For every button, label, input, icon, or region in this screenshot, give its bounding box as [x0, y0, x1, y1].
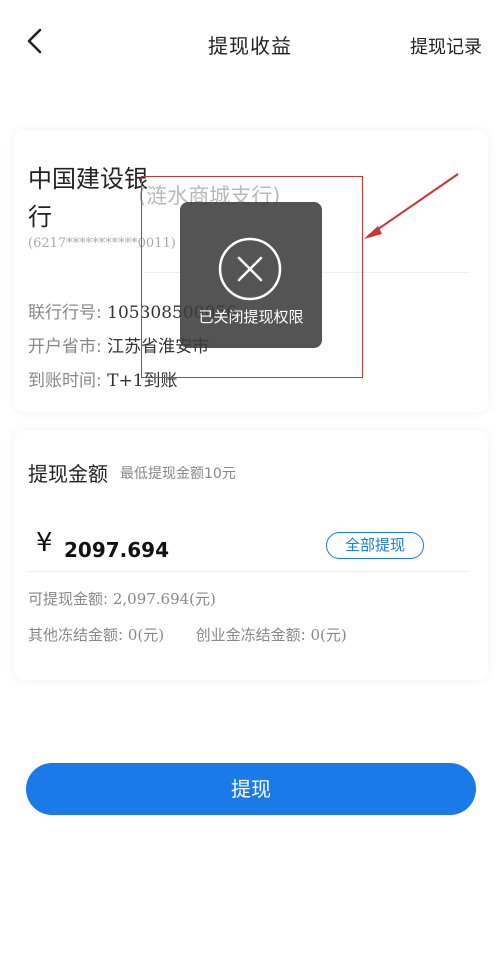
- province-label: 开户省市:: [28, 337, 102, 357]
- divider: [28, 571, 470, 572]
- amount-card: 提现金额 最低提现金额10元 ¥ 2097.694 全部提现 可提现金额: 2,…: [14, 430, 488, 680]
- bank-code-label: 联行行号:: [28, 303, 102, 323]
- annotation-arrow-icon: [364, 173, 459, 239]
- venture-frozen-label: 创业金冻结金额:: [195, 626, 306, 644]
- other-frozen-value: 0(元): [127, 626, 165, 644]
- withdraw-all-button[interactable]: 全部提现: [326, 532, 424, 559]
- header: 提现收益 提现记录: [0, 0, 500, 90]
- annotation-box: [141, 176, 363, 378]
- amount-input[interactable]: 2097.694: [64, 538, 169, 562]
- available-label: 可提现金额:: [28, 590, 109, 608]
- other-frozen-label: 其他冻结金额:: [28, 626, 124, 644]
- bank-name: 中国建设银行: [28, 165, 148, 231]
- withdraw-record-link[interactable]: 提现记录: [410, 33, 482, 59]
- withdraw-button[interactable]: 提现: [26, 763, 476, 815]
- min-amount-hint: 最低提现金额10元: [120, 466, 236, 482]
- arrival-time-label: 到账时间:: [28, 371, 102, 391]
- currency-symbol: ¥: [36, 528, 53, 558]
- amount-title: 提现金额: [28, 462, 108, 486]
- venture-frozen-value: 0(元): [310, 626, 347, 644]
- available-value: 2,097.694(元): [112, 590, 216, 608]
- available-amount: 可提现金额: 2,097.694(元): [28, 588, 216, 609]
- frozen-amounts: 其他冻结金额: 0(元) 创业金冻结金额: 0(元): [28, 624, 347, 645]
